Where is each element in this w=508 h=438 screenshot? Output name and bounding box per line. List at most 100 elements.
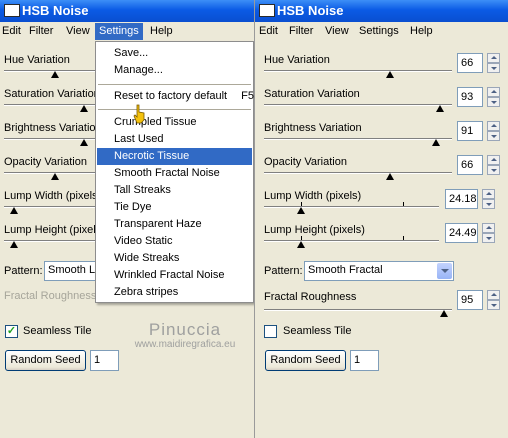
window-title: HSB Noise: [277, 3, 344, 18]
lump-height-slider-thumb[interactable]: [10, 241, 18, 248]
menu-item-manage[interactable]: Manage...: [97, 62, 252, 79]
menu-item-tie-dye[interactable]: Tie Dye: [97, 199, 252, 216]
chevron-down-icon[interactable]: [437, 263, 452, 279]
saturation-variation-value: 93: [461, 91, 474, 103]
hue-variation-label: Hue Variation: [4, 54, 70, 66]
opacity-spinner[interactable]: [487, 155, 500, 175]
menu-item-crumpled-tissue[interactable]: Crumpled Tissue: [97, 114, 252, 131]
fractal-roughness-value: 95: [461, 294, 474, 306]
hue-slider-thumb[interactable]: [386, 71, 394, 78]
spin-up-icon[interactable]: [482, 223, 495, 233]
menu-item-video-static[interactable]: Video Static: [97, 233, 252, 250]
hue-variation-label: Hue Variation: [264, 54, 330, 66]
menu-separator: [98, 109, 251, 110]
menu-item-transparent-haze[interactable]: Transparent Haze: [97, 216, 252, 233]
watermark: Pinuccia www.maidiregrafica.eu: [100, 320, 270, 350]
opacity-slider-thumb[interactable]: [51, 173, 59, 180]
menu-item-save[interactable]: Save...: [97, 45, 252, 62]
menu-item-necrotic-tissue[interactable]: Necrotic Tissue: [97, 148, 252, 165]
spin-up-icon[interactable]: [487, 53, 500, 63]
fractal-roughness-slider-thumb[interactable]: [440, 310, 448, 317]
spin-down-icon[interactable]: [482, 199, 495, 209]
saturation-spinner[interactable]: [487, 87, 500, 107]
menu-item-save-label: Save...: [114, 47, 149, 59]
menu-item-smooth-fractal-noise-label: Smooth Fractal Noise: [114, 167, 220, 179]
menu-item-zebra-stripes[interactable]: Zebra stripes: [97, 284, 252, 301]
spin-up-icon[interactable]: [487, 121, 500, 131]
hue-variation-slider[interactable]: [264, 70, 452, 72]
menu-filter[interactable]: Filter: [29, 25, 53, 37]
brightness-spinner[interactable]: [487, 121, 500, 141]
spin-down-icon[interactable]: [482, 233, 495, 243]
spin-down-icon[interactable]: [487, 97, 500, 107]
brightness-variation-slider[interactable]: [264, 138, 452, 140]
opacity-variation-input[interactable]: 66: [457, 155, 483, 175]
lump-width-spinner[interactable]: [482, 189, 495, 209]
menu-view[interactable]: View: [325, 25, 349, 37]
menu-edit[interactable]: Edit: [259, 25, 278, 37]
fractal-roughness-input[interactable]: 95: [457, 290, 483, 310]
menu-item-tie-dye-label: Tie Dye: [114, 201, 152, 213]
lump-height-label: Lump Height (pixels): [264, 224, 365, 236]
hue-slider-thumb[interactable]: [51, 71, 59, 78]
brightness-variation-input[interactable]: 91: [457, 121, 483, 141]
spin-up-icon[interactable]: [482, 189, 495, 199]
menu-view[interactable]: View: [66, 25, 90, 37]
lump-height-input[interactable]: 24.49: [445, 223, 478, 243]
opacity-variation-label: Opacity Variation: [4, 156, 87, 168]
lump-width-slider-thumb[interactable]: [297, 207, 305, 214]
menu-settings[interactable]: Settings: [95, 23, 143, 40]
menu-item-tall-streaks[interactable]: Tall Streaks: [97, 182, 252, 199]
saturation-slider-thumb[interactable]: [436, 105, 444, 112]
random-seed-input[interactable]: 1: [350, 350, 379, 371]
menu-item-wide-streaks[interactable]: Wide Streaks: [97, 250, 252, 267]
menu-help[interactable]: Help: [410, 25, 433, 37]
spin-up-icon[interactable]: [487, 87, 500, 97]
opacity-slider-thumb[interactable]: [386, 173, 394, 180]
spin-up-icon[interactable]: [487, 155, 500, 165]
pattern-select[interactable]: Smooth Fractal: [304, 261, 454, 281]
hue-variation-input[interactable]: 66: [457, 53, 483, 73]
menu-settings[interactable]: Settings: [359, 25, 399, 37]
opacity-variation-slider[interactable]: [4, 172, 96, 174]
menu-edit[interactable]: Edit: [2, 25, 21, 37]
spin-up-icon[interactable]: [487, 290, 500, 300]
spin-down-icon[interactable]: [487, 165, 500, 175]
lump-height-slider-thumb[interactable]: [297, 241, 305, 248]
lump-width-slider[interactable]: [264, 206, 439, 208]
seamless-tile-checkbox[interactable]: ✓: [5, 325, 18, 338]
opacity-variation-slider[interactable]: [264, 172, 452, 174]
brightness-slider-thumb[interactable]: [80, 139, 88, 146]
menu-separator: [98, 84, 251, 85]
fractal-roughness-slider[interactable]: [264, 309, 452, 311]
lump-width-input[interactable]: 24.18: [445, 189, 478, 209]
random-seed-button[interactable]: Random Seed: [5, 350, 86, 371]
menu-item-smooth-fractal-noise[interactable]: Smooth Fractal Noise: [97, 165, 252, 182]
menu-filter[interactable]: Filter: [289, 25, 313, 37]
saturation-variation-slider[interactable]: [264, 104, 452, 106]
spin-down-icon[interactable]: [487, 300, 500, 310]
lump-height-slider[interactable]: [264, 240, 439, 242]
lump-height-spinner[interactable]: [482, 223, 495, 243]
pattern-select[interactable]: Smooth L: [44, 261, 100, 281]
saturation-variation-label: Saturation Variation: [4, 88, 100, 100]
app-icon: [4, 4, 20, 17]
brightness-slider-thumb[interactable]: [432, 139, 440, 146]
random-seed-input[interactable]: 1: [90, 350, 119, 371]
menu-item-wrinkled-fractal-noise-label: Wrinkled Fractal Noise: [114, 269, 225, 281]
menu-item-last-used[interactable]: Last Used: [97, 131, 252, 148]
spin-down-icon[interactable]: [487, 63, 500, 73]
lump-width-slider-thumb[interactable]: [10, 207, 18, 214]
saturation-slider-thumb[interactable]: [80, 105, 88, 112]
hue-spinner[interactable]: [487, 53, 500, 73]
fractal-roughness-label: Fractal Roughness: [264, 291, 357, 303]
saturation-variation-input[interactable]: 93: [457, 87, 483, 107]
menu-item-reset[interactable]: Reset to factory default F5: [97, 88, 254, 105]
menu-item-wrinkled-fractal-noise[interactable]: Wrinkled Fractal Noise: [97, 267, 252, 284]
menu-help[interactable]: Help: [150, 25, 173, 37]
saturation-variation-label: Saturation Variation: [264, 88, 360, 100]
fractal-roughness-spinner[interactable]: [487, 290, 500, 310]
spin-down-icon[interactable]: [487, 131, 500, 141]
random-seed-button[interactable]: Random Seed: [265, 350, 346, 371]
hue-variation-slider[interactable]: [4, 70, 96, 72]
